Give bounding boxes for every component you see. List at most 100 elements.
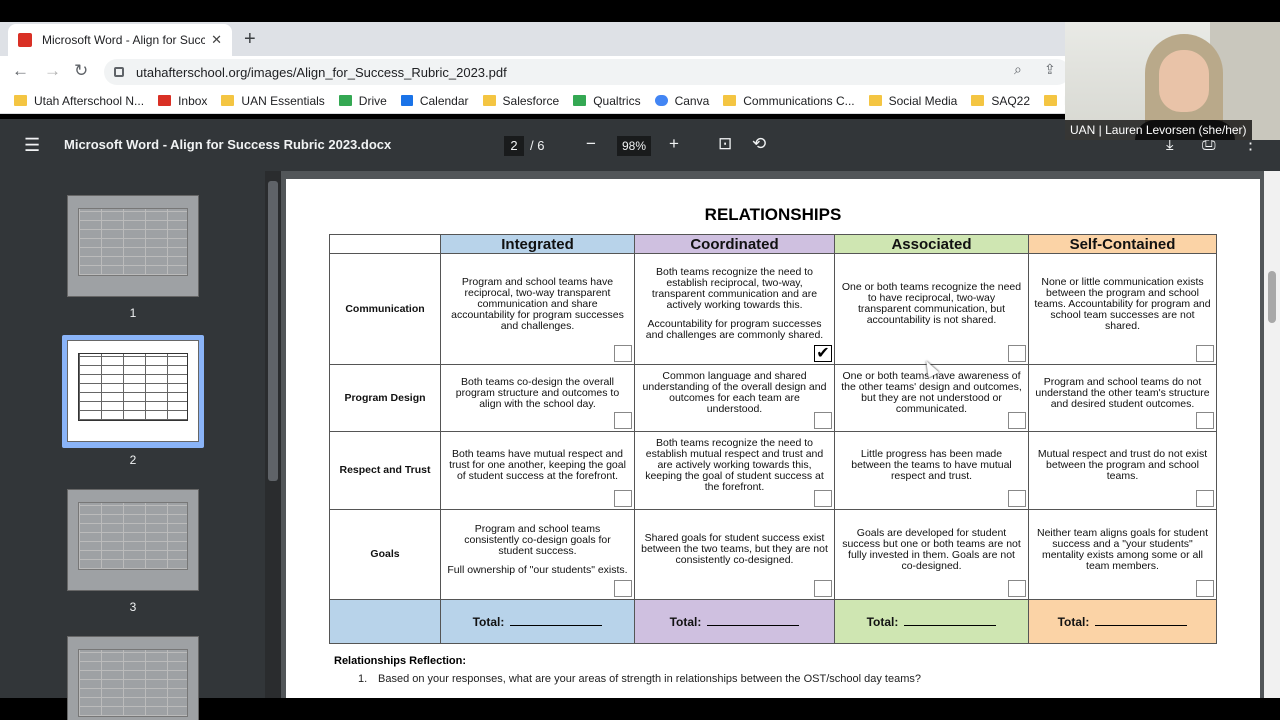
page-thumbnail-1[interactable] [67,195,199,297]
rubric-cell-associated: Goals are developed for student success … [834,509,1029,600]
checkbox[interactable] [1196,345,1214,362]
page-thumbnail-4[interactable] [67,636,199,720]
document-scrollbar[interactable] [1264,171,1280,698]
zoom-in-icon[interactable]: + [669,134,679,154]
cell-description-extra: Full ownership of "our students" exists. [447,563,628,576]
rubric-row-program-design: Program Design Both teams co-design the o… [329,364,1217,432]
page-count: / 6 [530,138,545,153]
checkbox[interactable] [1008,345,1026,362]
corner-cell [329,234,441,254]
checkbox[interactable] [1196,490,1214,507]
question-number: 1. [358,673,368,685]
thumbnail-number: 3 [129,600,137,614]
folder-icon [1044,95,1058,106]
bookmark-item[interactable]: Calendar [400,93,469,108]
bookmark-label: UAN Essentials [241,93,325,108]
rubric-cell-integrated: Both teams co-design the overall program… [440,364,635,432]
cell-description: Goals are developed for student success … [842,526,1021,572]
fit-page-icon[interactable]: ⊡ [718,134,732,154]
bookmark-label: Utah Afterschool N... [34,93,145,108]
bookmark-label: Drive [358,93,387,108]
checkbox[interactable] [1008,412,1026,429]
browser-tab[interactable]: Microsoft Word - Align for Succe ✕ [8,24,232,56]
pdf-page: RELATIONSHIPS Integrated Coordinated Ass… [286,179,1260,698]
cell-description: Mutual respect and trust do not exist be… [1037,448,1208,482]
lock-icon [114,67,124,77]
rubric-cell-integrated: Program and school teams have reciprocal… [440,253,635,365]
share-icon[interactable]: ⇪ [1044,61,1056,78]
page-thumbnail-3[interactable] [67,489,199,591]
total-associated[interactable]: Total: [834,599,1029,644]
cell-description: Both teams recognize the need to establi… [645,437,824,493]
checkbox[interactable] [1008,490,1026,507]
bookmark-item[interactable]: Social Media [868,94,957,108]
rotate-icon[interactable]: ⟲ [752,134,766,154]
tab-title: Microsoft Word - Align for Succe [42,33,206,47]
bookmark-item[interactable]: Inbox [158,94,207,108]
sidebar-scrollbar[interactable] [265,171,281,698]
bookmark-item[interactable]: Communications C... [723,94,855,108]
checkbox[interactable] [814,412,832,429]
checkbox[interactable] [614,412,632,429]
forward-icon[interactable]: → [44,61,61,81]
rubric-cell-integrated: Program and school teams consistently co… [440,509,635,600]
column-header-self-contained: Self-Contained [1028,234,1217,254]
reload-icon[interactable]: ↻ [74,61,88,81]
page-number-input[interactable]: 2 [504,136,524,156]
bookmark-item[interactable]: Drive [338,93,387,108]
rubric-cell-integrated: Both teams have mutual respect and trust… [440,431,635,510]
back-icon[interactable]: ← [12,61,29,81]
total-pages: 6 [537,138,545,153]
url-text: utahafterschool.org/images/Align_for_Suc… [136,64,507,80]
new-tab-icon[interactable]: + [244,28,256,51]
checkbox[interactable] [1196,412,1214,429]
zoom-search-icon[interactable]: ⌕ [1014,61,1022,78]
canva-icon [654,95,668,106]
rubric-row-respect-and-trust: Respect and Trust Both teams have mutual … [329,431,1217,510]
cell-description: None or little communication exists betw… [1034,275,1211,332]
checkbox[interactable] [1008,580,1026,597]
cell-description: One or both teams have awareness of the … [841,370,1022,415]
calendar-icon [400,95,413,106]
bookmark-item[interactable]: UAN Essentials [221,93,325,108]
header-row: Integrated Coordinated Associated Self-C… [329,234,1217,254]
checkbox[interactable] [814,490,832,507]
folder-icon [868,95,882,106]
menu-icon[interactable]: ☰ [24,135,40,156]
close-tab-icon[interactable]: ✕ [211,32,222,48]
bookmark-item[interactable]: Canva [654,94,709,108]
thumbnail-number: 2 [129,453,137,467]
rubric-cell-self-contained: Program and school teams do not understa… [1028,364,1217,432]
bookmark-item[interactable]: Utah Afterschool N... [14,94,144,108]
bookmark-item[interactable]: SAQ22 [971,94,1030,108]
checkbox[interactable] [614,580,632,597]
bookmark-item[interactable]: Salesforce [482,94,559,108]
drive-icon [338,95,352,106]
totals-row: Total: Total: Total: Total: [329,599,1217,644]
checkbox[interactable] [614,345,632,362]
total-coordinated[interactable]: Total: [634,599,835,644]
zoom-out-icon[interactable]: − [586,134,596,154]
checkbox[interactable] [814,580,832,597]
bookmark-label: SAQ22 [991,93,1031,108]
rubric-row-goals: Goals Program and school teams consistent… [329,509,1217,600]
page-thumbnail-2[interactable] [67,340,199,442]
zoom-level-input[interactable]: 98% [617,136,651,156]
checked-checkbox[interactable]: ✔ [814,345,832,362]
checkbox[interactable] [614,490,632,507]
rubric-cell-coordinated: Both teams recognize the need to establi… [634,431,835,510]
bookmark-label: Calendar [419,93,469,108]
column-header-integrated: Integrated [440,234,635,254]
total-self-contained[interactable]: Total: [1028,599,1217,644]
folder-icon [14,95,27,106]
bookmark-item[interactable]: Qualtrics [573,93,641,108]
bookmark-label: Inbox [178,93,208,108]
row-label: Communication [329,253,441,365]
checkbox[interactable] [1196,580,1214,597]
cell-description: Shared goals for student success exist b… [641,532,828,566]
rubric-cell-associated: One or both teams recognize the need to … [834,253,1029,365]
folder-icon [221,95,235,106]
total-integrated[interactable]: Total: [440,599,635,644]
bookmark-label: Qualtrics [593,93,641,108]
address-bar[interactable]: utahafterschool.org/images/Align_for_Suc… [104,59,1070,85]
